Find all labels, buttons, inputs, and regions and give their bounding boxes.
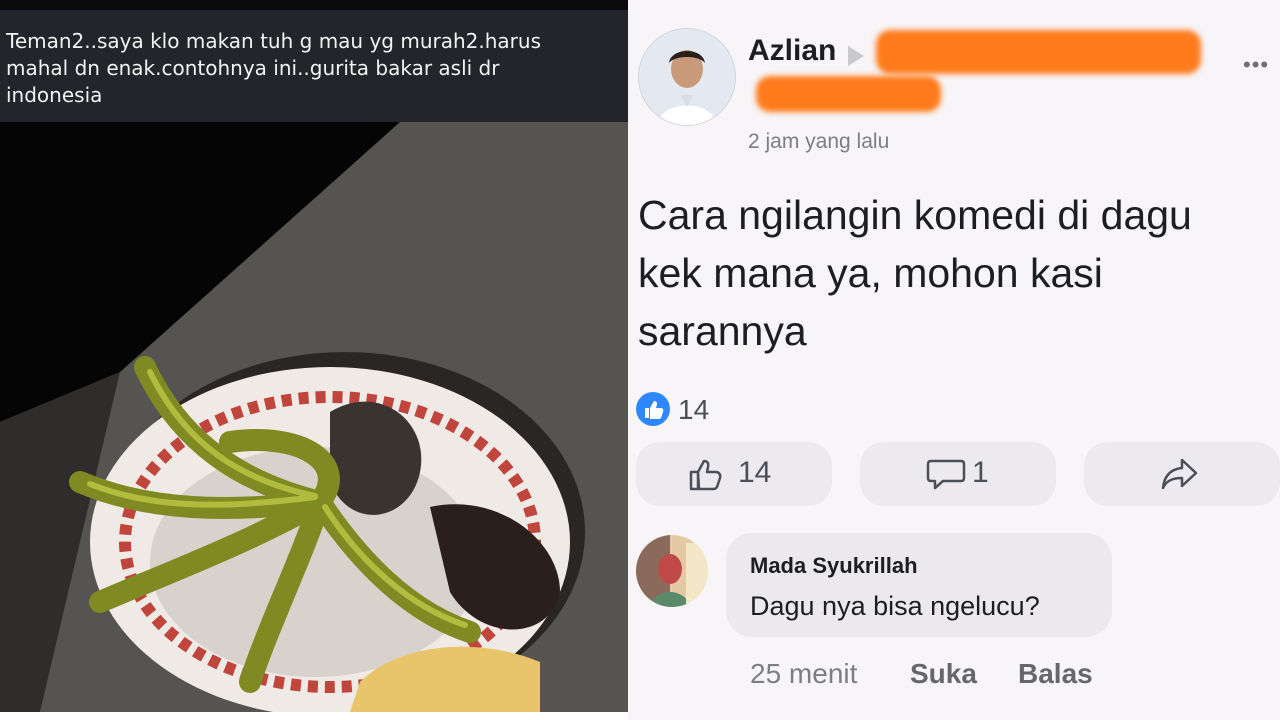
comment-button[interactable]: 1 — [860, 442, 1056, 506]
post-timestamp: 2 jam yang lalu — [748, 130, 890, 153]
comment-bubble: Mada Syukrillah Dagu nya bisa ngelucu? — [726, 533, 1112, 637]
redaction-mark — [756, 76, 941, 112]
author-avatar[interactable] — [638, 28, 736, 126]
avatar-image — [639, 29, 735, 125]
comment-like-link[interactable]: Suka — [910, 658, 977, 690]
commenter-avatar[interactable] — [636, 535, 708, 607]
comment-reply-link[interactable]: Balas — [1018, 658, 1093, 690]
arrow-right-icon — [848, 46, 864, 66]
author-name[interactable]: Azlian — [748, 34, 836, 68]
left-post: Teman2..saya klo makan tuh g mau yg mura… — [0, 0, 628, 712]
redaction-mark — [876, 30, 1201, 74]
like-count: 14 — [738, 456, 772, 489]
thumbs-up-icon — [689, 459, 722, 491]
post-caption: Teman2..saya klo makan tuh g mau yg mura… — [6, 29, 541, 107]
speech-bubble-icon — [926, 459, 966, 490]
like-button[interactable]: 14 — [636, 442, 832, 506]
share-arrow-icon — [1161, 458, 1198, 490]
right-post: Azlian ••• 2 jam yang lalu Cara ngilangi… — [628, 0, 1280, 720]
comment-author[interactable]: Mada Syukrillah — [750, 553, 918, 579]
comment-age: 25 menit — [750, 658, 858, 689]
share-button[interactable] — [1084, 442, 1280, 506]
post-text: Cara ngilangin komedi di dagu kek mana y… — [638, 192, 1192, 354]
comment-count: 1 — [972, 456, 989, 489]
reaction-count: 14 — [678, 394, 710, 425]
like-reaction-icon — [636, 392, 670, 426]
commenter-avatar-image — [636, 535, 708, 607]
caption-bar: Teman2..saya klo makan tuh g mau yg mura… — [0, 10, 628, 122]
food-photo — [0, 122, 628, 712]
comment-text: Dagu nya bisa ngelucu? — [750, 591, 1040, 621]
more-dots-icon[interactable]: ••• — [1243, 52, 1269, 78]
